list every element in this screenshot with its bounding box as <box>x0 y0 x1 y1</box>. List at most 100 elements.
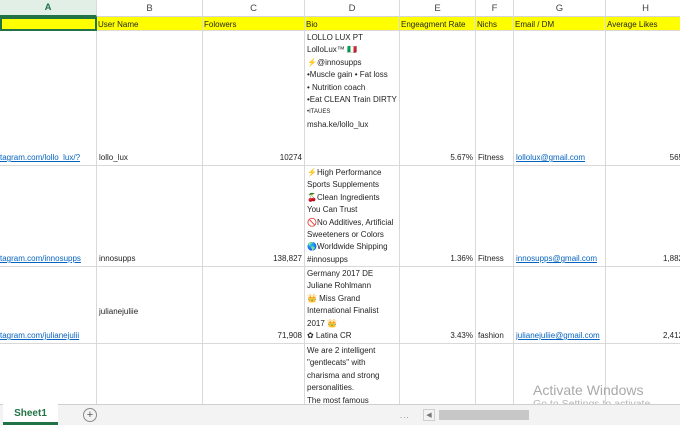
profile-link[interactable]: stagram.com/innosupps <box>0 253 81 264</box>
bio-line: You Can Trust <box>307 205 358 215</box>
bio-line: 🚫No Additives, Artificial <box>307 217 394 227</box>
column-header-b[interactable]: B <box>97 0 203 17</box>
likes-cell[interactable]: 1,882 <box>606 166 680 267</box>
niche-cell[interactable]: fashion <box>476 267 514 344</box>
bio-line: "gentlecats" with <box>307 358 366 368</box>
followers-value: 138,827 <box>273 254 302 263</box>
header-email[interactable]: Email / DM <box>514 17 606 31</box>
followers-cell[interactable] <box>203 344 305 404</box>
horizontal-scrollbar[interactable]: ◀ <box>423 409 680 421</box>
table-row-url[interactable]: stagram.com/lollo_lux/? <box>0 31 97 166</box>
niche-value: fashion <box>478 331 504 340</box>
engagement-cell[interactable]: 5.67% <box>400 31 476 166</box>
niche-value: Fitness <box>478 254 504 263</box>
bio-line: International Finalist <box>307 306 379 316</box>
bio-line: Germany 2017 DE <box>307 269 374 278</box>
user-name-cell[interactable] <box>97 344 203 404</box>
engagement-cell[interactable] <box>400 344 476 404</box>
followers-cell[interactable]: 10274 <box>203 31 305 166</box>
user-name-cell[interactable]: lollo_lux <box>97 31 203 166</box>
likes-value: 565 <box>669 153 680 162</box>
bio-line: • Nutrition coach <box>307 82 366 92</box>
column-header-c[interactable]: C <box>203 0 305 17</box>
bio-line: ⚡High Performance <box>307 168 382 177</box>
likes-cell[interactable]: 2,412 <box>606 267 680 344</box>
engagement-cell[interactable]: 3.43% <box>400 267 476 344</box>
bio-line: 2017 👑 <box>307 318 337 328</box>
header-user-name[interactable]: User Name <box>97 17 203 31</box>
spreadsheet-grid[interactable]: User Name Folowers Bio Engeagment Rate N… <box>0 17 680 404</box>
profile-link[interactable]: stagram.com/julianejulii <box>0 330 79 341</box>
followers-value: 10274 <box>279 153 302 162</box>
niche-cell[interactable]: Fitness <box>476 31 514 166</box>
bio-line: 🍒Clean Ingredients <box>307 192 380 202</box>
column-header-e[interactable]: E <box>400 0 476 17</box>
bio-line: LolloLux™ 🇮🇹 <box>307 45 357 55</box>
bio-line: LOLLO LUX PT <box>307 33 364 42</box>
sheet-tab[interactable]: Sheet1 <box>3 404 58 425</box>
likes-value: 1,882 <box>662 254 680 263</box>
bio-line: •Eat CLEAN Train DIRTY <box>307 95 397 105</box>
followers-cell[interactable]: 138,827 <box>203 166 305 267</box>
email-link[interactable]: lollolux@gmail.com <box>516 152 585 163</box>
header-bio[interactable]: Bio <box>305 17 400 31</box>
engagement-value: 5.67% <box>450 153 473 162</box>
column-header-h[interactable]: H <box>606 0 680 17</box>
niche-cell[interactable] <box>476 344 514 404</box>
followers-value: 71,908 <box>277 331 302 340</box>
sheet-tab-bar: Sheet1 + ... ◀ <box>0 404 680 425</box>
bio-line: ⚡@innosupps <box>307 57 362 67</box>
likes-value: 2,412 <box>662 331 680 340</box>
column-header-a[interactable]: A <box>0 0 97 17</box>
bio-line: 👑 Miss Grand <box>307 293 361 303</box>
user-name: julianejuliie <box>99 307 139 316</box>
bio-line: 🌎Worldwide Shipping <box>307 242 388 252</box>
niche-cell[interactable]: Fitness <box>476 166 514 267</box>
column-header-f[interactable]: F <box>476 0 514 17</box>
bio-cell[interactable]: Germany 2017 DE Juliane Rohlmann 👑 Miss … <box>305 267 400 344</box>
bio-line: Juliane Rohlmann <box>307 281 372 291</box>
email-cell[interactable]: lollolux@gmail.com <box>514 31 606 166</box>
watermark-title: Activate Windows <box>533 382 644 398</box>
bio-line: •Muscle gain • Fat loss <box>307 70 388 80</box>
header-followers[interactable]: Folowers <box>203 17 305 31</box>
scrollbar-thumb[interactable] <box>439 410 529 420</box>
bio-cell[interactable]: LOLLO LUX PT LolloLux™ 🇮🇹 ⚡@innosupps •M… <box>305 31 400 166</box>
user-name: innosupps <box>99 254 136 263</box>
niche-value: Fitness <box>478 153 504 162</box>
bio-line: ✿ Latina CR <box>307 331 352 341</box>
bio-line: Sports Supplements <box>307 180 380 190</box>
scroll-left-icon[interactable]: ◀ <box>423 409 435 421</box>
user-name-cell[interactable]: julianejuliie <box>97 267 203 344</box>
user-name-cell[interactable]: innosupps <box>97 166 203 267</box>
email-cell[interactable]: julianejuliie@gmail.com <box>514 267 606 344</box>
email-cell[interactable]: innosupps@gmail.com <box>514 166 606 267</box>
table-row-url[interactable]: stagram.com/innosupps <box>0 166 97 267</box>
followers-cell[interactable]: 71,908 <box>203 267 305 344</box>
email-link[interactable]: innosupps@gmail.com <box>516 253 597 264</box>
header-engagement-rate[interactable]: Engeagment Rate <box>400 17 476 31</box>
table-row-url[interactable]: stagram.com/julianejulii <box>0 267 97 344</box>
engagement-value: 3.43% <box>450 331 473 340</box>
bio-line: Sweeteners or Colors <box>307 230 384 240</box>
bio-cell[interactable]: We are 2 intelligent "gentlecats" with c… <box>305 344 400 404</box>
bio-line: The most famous <box>307 395 369 404</box>
header-cell-a[interactable] <box>0 17 97 31</box>
email-link[interactable]: julianejuliie@gmail.com <box>516 330 600 341</box>
engagement-cell[interactable]: 1.36% <box>400 166 476 267</box>
header-niche[interactable]: Nichs <box>476 17 514 31</box>
bio-line: We are 2 intelligent <box>307 346 376 355</box>
column-header-row: A B C D E F G H <box>0 0 680 17</box>
profile-link[interactable]: stagram.com/lollo_lux/? <box>0 152 80 163</box>
add-sheet-icon[interactable]: + <box>83 408 97 422</box>
column-header-d[interactable]: D <box>305 0 400 17</box>
tab-options-icon[interactable]: ... <box>400 411 410 420</box>
engagement-value: 1.36% <box>450 254 473 263</box>
header-average-likes[interactable]: Average Likes <box>606 17 680 31</box>
bio-cell[interactable]: ⚡High Performance Sports Supplements 🍒Cl… <box>305 166 400 267</box>
likes-cell[interactable]: 565 <box>606 31 680 166</box>
bio-line: #innosupps <box>307 254 348 264</box>
bio-line: •ITAUES <box>307 109 331 116</box>
column-header-g[interactable]: G <box>514 0 606 17</box>
table-row-url[interactable] <box>0 344 97 404</box>
